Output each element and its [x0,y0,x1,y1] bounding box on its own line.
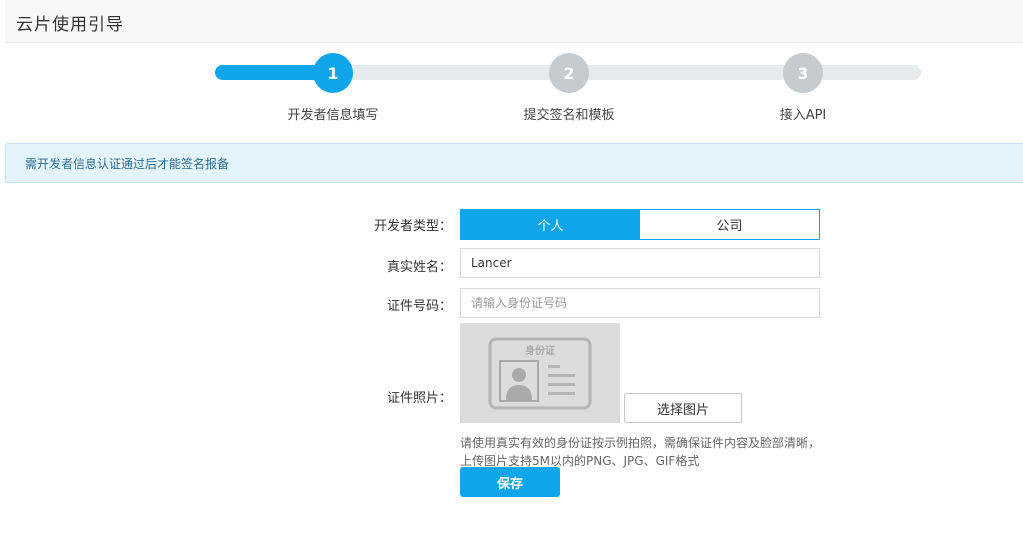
id-card-icon: 身份证 [488,337,592,410]
notice-text: 需开发者信息认证通过后才能签名报备 [25,157,230,171]
step-2-label: 提交签名和模板 [523,108,615,123]
step-3-circle: 3 [783,53,823,93]
step-2-circle: 2 [549,53,589,93]
developer-type-company[interactable]: 公司 [640,210,819,239]
id-number-input[interactable] [460,288,820,318]
id-card-title: 身份证 [525,344,555,357]
choose-image-button[interactable]: 选择图片 [624,393,742,423]
step-2-number: 2 [563,63,575,83]
upload-hint-line-1: 请使用真实有效的身份证按示例拍照，需确保证件内容及脸部清晰， [460,436,821,450]
step-3-label: 接入API [779,108,827,123]
step-3-number: 3 [797,63,809,83]
id-number-label: 证件号码： [386,299,452,314]
developer-type-label: 开发者类型： [373,219,452,234]
step-1-number: 1 [327,63,339,83]
real-name-input[interactable] [460,248,820,278]
save-button[interactable]: 保存 [460,467,560,497]
id-card-sample-image: 身份证 [460,323,620,423]
developer-type-toggle: 个人 公司 [460,209,820,240]
step-1-label: 开发者信息填写 [287,108,379,123]
step-1-circle: 1 [313,53,353,93]
page-header: 云片使用引导 [5,0,1023,43]
page-title: 云片使用引导 [16,15,124,35]
developer-type-personal[interactable]: 个人 [461,210,640,239]
notice-bar: 需开发者信息认证通过后才能签名报备 [5,143,1023,183]
id-photo-label: 证件照片： [386,391,452,406]
real-name-label: 真实姓名： [386,260,452,275]
